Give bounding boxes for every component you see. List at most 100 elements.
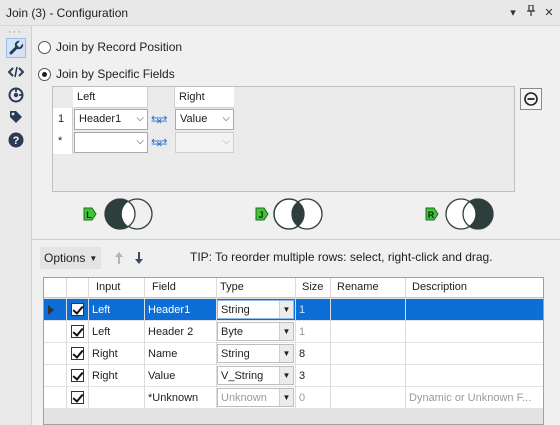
move-down-button[interactable] bbox=[129, 247, 149, 269]
grip-dots-icon: ··· bbox=[8, 26, 22, 38]
right-field-value: Value bbox=[180, 113, 208, 125]
caret-down-icon: ▼ bbox=[279, 345, 293, 362]
row-checkbox[interactable] bbox=[71, 303, 84, 316]
config-icon-rail: ··· ? bbox=[0, 26, 32, 425]
caret-down-icon: ▼ bbox=[279, 323, 293, 340]
row-checkbox[interactable] bbox=[71, 347, 84, 360]
current-row-marker-icon bbox=[48, 305, 54, 315]
table-row[interactable]: Right Name String ▼ 8 bbox=[44, 343, 543, 365]
cell-field: Name bbox=[148, 348, 178, 360]
join-row-number: 1 bbox=[58, 113, 65, 125]
column-header-field: Field bbox=[152, 281, 176, 293]
column-divider bbox=[88, 278, 89, 409]
chevron-down-icon[interactable]: ▾ bbox=[508, 6, 518, 19]
cell-field: Header1 bbox=[148, 304, 191, 316]
caret-down-icon: ▼ bbox=[279, 389, 293, 406]
options-dropdown-button[interactable]: Options ▼ bbox=[40, 247, 102, 269]
table-row[interactable]: Right Value V_String ▼ 3 bbox=[44, 365, 543, 387]
chevron-down-icon: ⌵ bbox=[222, 113, 230, 124]
code-icon[interactable] bbox=[6, 62, 26, 82]
type-select[interactable]: Unknown ▼ bbox=[217, 388, 294, 407]
radio-label: Join by Record Position bbox=[56, 40, 183, 54]
left-output-venn: L bbox=[82, 196, 158, 232]
caret-down-icon: ▼ bbox=[89, 253, 98, 263]
row-checkbox[interactable] bbox=[71, 369, 84, 382]
column-divider bbox=[144, 278, 145, 409]
right-header-cell: Right bbox=[174, 87, 234, 108]
right-field-select-new: ⌵ bbox=[175, 132, 234, 153]
right-column-header: Right bbox=[179, 91, 205, 103]
cell-type: String bbox=[221, 304, 250, 316]
join-fields-panel: Left Right 1 * Header1 ⌵ ⇆⇄ Value ⌵ ⌵ ⇆⇄… bbox=[52, 86, 515, 192]
left-field-select-new[interactable]: ⌵ bbox=[74, 132, 148, 153]
cell-field: Header 2 bbox=[148, 326, 194, 338]
column-header-description: Description bbox=[412, 281, 468, 293]
column-header-rename: Rename bbox=[337, 281, 379, 293]
cell-description[interactable]: Dynamic or Unknown F... bbox=[409, 392, 539, 404]
left-output-badge: L bbox=[86, 210, 92, 220]
column-divider bbox=[295, 278, 296, 409]
arrow-up-icon bbox=[115, 252, 124, 264]
arrow-down-icon bbox=[135, 252, 144, 264]
type-select[interactable]: Byte ▼ bbox=[217, 322, 294, 341]
cell-type: String bbox=[221, 348, 250, 360]
reorder-tip: TIP: To reorder multiple rows: select, r… bbox=[190, 250, 493, 264]
swap-arrows-icon: ⇆⇄ bbox=[151, 137, 168, 149]
cell-input: Left bbox=[92, 326, 111, 338]
row-checkbox[interactable] bbox=[71, 325, 84, 338]
column-divider bbox=[405, 278, 406, 409]
left-column-header: Left bbox=[77, 91, 96, 103]
cell-input: Right bbox=[92, 348, 118, 360]
section-divider bbox=[32, 239, 560, 240]
right-field-select[interactable]: Value ⌵ bbox=[175, 109, 234, 130]
cell-type: Unknown bbox=[221, 392, 267, 404]
column-header-size: Size bbox=[302, 281, 324, 293]
cell-size[interactable]: 1 bbox=[299, 304, 305, 316]
row-checkbox[interactable] bbox=[71, 391, 84, 404]
cell-size[interactable]: 1 bbox=[299, 326, 305, 338]
caret-down-icon: ▼ bbox=[279, 301, 293, 318]
column-divider bbox=[66, 278, 67, 409]
radio-button[interactable] bbox=[38, 67, 51, 81]
left-field-select[interactable]: Header1 ⌵ bbox=[74, 109, 148, 130]
pin-icon[interactable] bbox=[526, 4, 536, 19]
options-toolbar: Options ▼ bbox=[40, 247, 149, 269]
cell-type: V_String bbox=[221, 370, 264, 382]
type-select[interactable]: String ▼ bbox=[217, 300, 294, 319]
join-row-number: * bbox=[58, 135, 63, 147]
type-select[interactable]: String ▼ bbox=[217, 344, 294, 363]
field-select-table: Input Field Type Size Rename Description… bbox=[43, 277, 544, 425]
target-icon[interactable] bbox=[6, 85, 26, 105]
table-row[interactable]: *Unknown Unknown ▼ 0 Dynamic or Unknown … bbox=[44, 387, 543, 409]
radio-join-by-specific-fields[interactable]: Join by Specific Fields bbox=[38, 67, 175, 81]
column-header-type: Type bbox=[220, 281, 244, 293]
help-icon[interactable]: ? bbox=[6, 130, 26, 150]
cell-size[interactable]: 3 bbox=[299, 370, 305, 382]
close-icon[interactable]: ✕ bbox=[544, 6, 554, 19]
column-divider bbox=[216, 278, 217, 409]
options-label: Options bbox=[44, 251, 86, 265]
join-output-venn: J bbox=[254, 196, 330, 232]
window-title: Join (3) - Configuration bbox=[6, 6, 129, 20]
table-row[interactable]: Left Header 2 Byte ▼ 1 bbox=[44, 321, 543, 343]
move-up-button[interactable] bbox=[109, 247, 129, 269]
swap-arrows-icon: ⇆⇄ bbox=[151, 114, 168, 126]
cell-size[interactable]: 0 bbox=[299, 392, 305, 404]
radio-button[interactable] bbox=[38, 40, 51, 54]
cell-size[interactable]: 8 bbox=[299, 348, 305, 360]
table-header: Input Field Type Size Rename Description bbox=[44, 278, 543, 298]
chevron-down-icon: ⌵ bbox=[136, 113, 144, 124]
tag-icon[interactable] bbox=[6, 107, 26, 127]
radio-join-by-record-position[interactable]: Join by Record Position bbox=[38, 40, 182, 54]
column-header-input: Input bbox=[96, 281, 121, 293]
left-header-cell: Left bbox=[73, 87, 148, 108]
column-divider bbox=[330, 278, 331, 409]
wrench-icon[interactable] bbox=[6, 38, 26, 58]
table-row[interactable]: Left Header1 String ▼ 1 bbox=[44, 299, 543, 321]
cell-field: *Unknown bbox=[148, 392, 199, 404]
type-select[interactable]: V_String ▼ bbox=[217, 366, 294, 385]
cell-input: Left bbox=[92, 304, 111, 316]
remove-row-button[interactable] bbox=[520, 88, 542, 110]
cell-type: Byte bbox=[221, 326, 244, 338]
window-title-bar: Join (3) - Configuration ▾ ✕ bbox=[0, 0, 560, 26]
